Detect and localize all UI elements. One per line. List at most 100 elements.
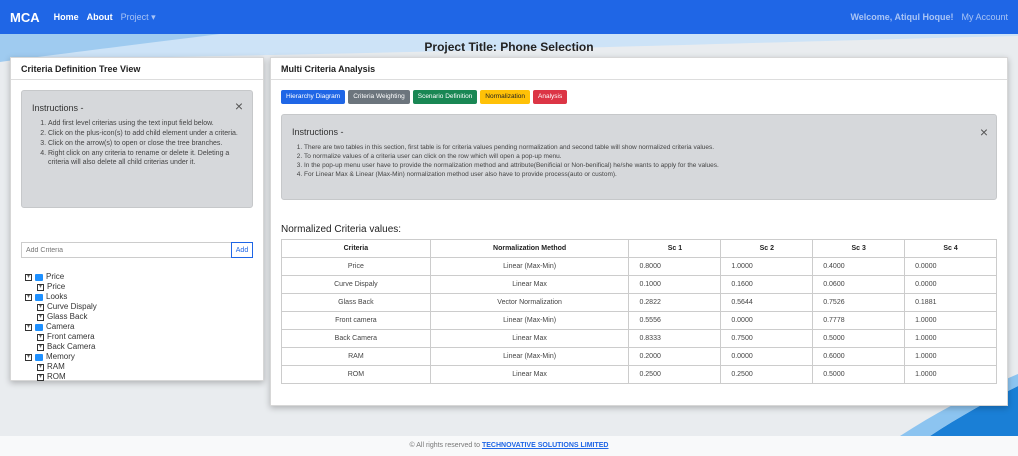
tree-node-price[interactable]: + Price <box>25 272 263 282</box>
instruction-item: To normalize values of a criteria user c… <box>304 152 986 161</box>
tree-child-glass-back[interactable]: + Glass Back <box>25 312 263 322</box>
tree-node-camera[interactable]: + Camera <box>25 322 263 332</box>
plus-icon[interactable]: + <box>37 313 44 321</box>
table-cell: Price <box>281 257 431 276</box>
tree-node-label[interactable]: Looks <box>46 292 67 302</box>
table-cell: 0.0000 <box>904 275 997 294</box>
tree-child-label[interactable]: Glass Back <box>47 312 87 322</box>
table-row[interactable]: Front camera Linear (Max-Min) 0.5556 0.0000… <box>281 311 997 330</box>
my-account-link[interactable]: My Account <box>961 12 1008 22</box>
nav-project-dropdown[interactable]: Project ▾ <box>121 12 156 23</box>
table-cell: 0.0000 <box>904 257 997 276</box>
add-criteria-button[interactable]: Add <box>231 242 253 258</box>
table-cell: 0.4000 <box>812 257 906 276</box>
folder-icon[interactable] <box>35 293 43 301</box>
plus-icon[interactable]: + <box>37 363 44 371</box>
tree-panel-title: Criteria Definition Tree View <box>11 58 263 80</box>
table-row[interactable]: Back Camera Linear Max 0.8333 0.7500 0.5000 1… <box>281 329 997 348</box>
table-row[interactable]: Curve Dispaly Linear Max 0.1000 0.1600 0.060… <box>281 275 997 294</box>
tree-node-label[interactable]: Price <box>46 272 64 282</box>
tree-child-curve-display[interactable]: + Curve Dispaly <box>25 302 263 312</box>
table-row[interactable]: ROM Linear Max 0.2500 0.2500 0.5000 1.0000 <box>281 365 997 384</box>
table-cell: 1.0000 <box>904 311 997 330</box>
table-header-row: Criteria Normalization Method Sc 1 Sc 2 … <box>281 239 997 258</box>
tree-node-label[interactable]: Memory <box>46 352 75 362</box>
tree-node-looks[interactable]: + Looks <box>25 292 263 302</box>
plus-icon[interactable]: + <box>37 343 44 351</box>
table-cell: 0.5556 <box>628 311 722 330</box>
mca-panel: Multi Criteria Analysis Hierarchy Diagra… <box>270 57 1008 406</box>
criteria-tree: + Price + Price + Looks + Curve Dispaly + Gla… <box>25 272 263 382</box>
nav-about[interactable]: About <box>87 12 113 22</box>
table-cell: Linear (Max-Min) <box>429 257 630 276</box>
mca-tabs: Hierarchy Diagram Criteria Weighting Sce… <box>281 90 1007 104</box>
brand-logo[interactable]: MCA <box>10 10 40 25</box>
close-icon[interactable]: × <box>980 125 988 139</box>
table-cell: 0.5000 <box>812 329 906 348</box>
table-cell: 0.0000 <box>720 347 814 366</box>
plus-icon[interactable]: + <box>25 273 32 281</box>
table-row[interactable]: Price Linear (Max-Min) 0.8000 1.0000 0.4000 0… <box>281 257 997 276</box>
tree-child-label[interactable]: Price <box>47 282 65 292</box>
tree-child-label[interactable]: Front camera <box>47 332 95 342</box>
instruction-item: In the pop-up menu user have to provide … <box>304 161 986 170</box>
tab-normalization[interactable]: Normalization <box>480 90 531 104</box>
table-cell: Back Camera <box>281 329 431 348</box>
tree-child-ram[interactable]: + RAM <box>25 362 263 372</box>
folder-icon[interactable] <box>35 353 43 361</box>
top-navbar: MCA Home About Project ▾ Welcome, Atiqul… <box>0 0 1018 34</box>
instructions-list: There are two tables in this section, fi… <box>292 143 986 179</box>
table-cell: Linear Max <box>429 365 630 384</box>
table-cell: 0.0000 <box>720 311 814 330</box>
close-icon[interactable]: × <box>235 99 243 113</box>
add-criteria-input[interactable] <box>21 242 231 258</box>
tab-scenario-definition[interactable]: Scenario Definition <box>412 90 478 104</box>
nav-home[interactable]: Home <box>54 12 79 22</box>
table-cell: 0.8000 <box>628 257 722 276</box>
instruction-item: Right click on any criteria to rename or… <box>48 149 242 167</box>
table-title: Normalized Criteria values: <box>281 224 402 235</box>
table-cell: 0.2822 <box>628 293 722 312</box>
instruction-item: Click on the arrow(s) to open or close t… <box>48 139 242 148</box>
add-criteria-row: Add <box>21 242 253 258</box>
footer-company-link[interactable]: TECHNOVATIVE SOLUTIONS LIMITED <box>482 442 609 449</box>
tab-criteria-weighting[interactable]: Criteria Weighting <box>348 90 410 104</box>
tree-child-label[interactable]: ROM <box>47 372 66 382</box>
folder-icon[interactable] <box>35 273 43 281</box>
table-cell: 0.1600 <box>720 275 814 294</box>
table-cell: 0.2000 <box>628 347 722 366</box>
plus-icon[interactable]: + <box>25 353 32 361</box>
table-row[interactable]: Glass Back Vector Normalization 0.2822 0.56… <box>281 293 997 312</box>
table-cell: RAM <box>281 347 431 366</box>
tab-hierarchy-diagram[interactable]: Hierarchy Diagram <box>281 90 346 104</box>
tree-instructions-alert: Instructions - × Add first level criteri… <box>21 90 253 208</box>
tab-analysis[interactable]: Analysis <box>533 90 568 104</box>
instructions-title: Instructions - <box>292 127 344 137</box>
mca-instructions-alert: Instructions - × There are two tables in… <box>281 114 997 200</box>
footer-text: © All rights reserved to <box>409 442 482 449</box>
tree-node-label[interactable]: Camera <box>46 322 74 332</box>
plus-icon[interactable]: + <box>25 293 32 301</box>
tree-child-back-camera[interactable]: + Back Camera <box>25 342 263 352</box>
folder-icon[interactable] <box>35 323 43 331</box>
table-cell: 0.6000 <box>812 347 906 366</box>
column-header: Criteria <box>281 239 431 258</box>
plus-icon[interactable]: + <box>37 373 44 381</box>
plus-icon[interactable]: + <box>37 303 44 311</box>
table-cell: Front camera <box>281 311 431 330</box>
plus-icon[interactable]: + <box>37 333 44 341</box>
instruction-item: Add first level criterias using the text… <box>48 119 242 128</box>
instruction-item: Click on the plus-icon(s) to add child e… <box>48 129 242 138</box>
plus-icon[interactable]: + <box>25 323 32 331</box>
table-cell: 0.1881 <box>904 293 997 312</box>
tree-child-rom[interactable]: + ROM <box>25 372 263 382</box>
tree-child-front-camera[interactable]: + Front camera <box>25 332 263 342</box>
tree-child-label[interactable]: RAM <box>47 362 65 372</box>
plus-icon[interactable]: + <box>37 283 44 291</box>
tree-node-memory[interactable]: + Memory <box>25 352 263 362</box>
table-row[interactable]: RAM Linear (Max-Min) 0.2000 0.0000 0.6000 1.0… <box>281 347 997 366</box>
tree-child-label[interactable]: Curve Dispaly <box>47 302 97 312</box>
tree-child-label[interactable]: Back Camera <box>47 342 95 352</box>
table-cell: Linear (Max-Min) <box>429 347 630 366</box>
tree-child-price[interactable]: + Price <box>25 282 263 292</box>
